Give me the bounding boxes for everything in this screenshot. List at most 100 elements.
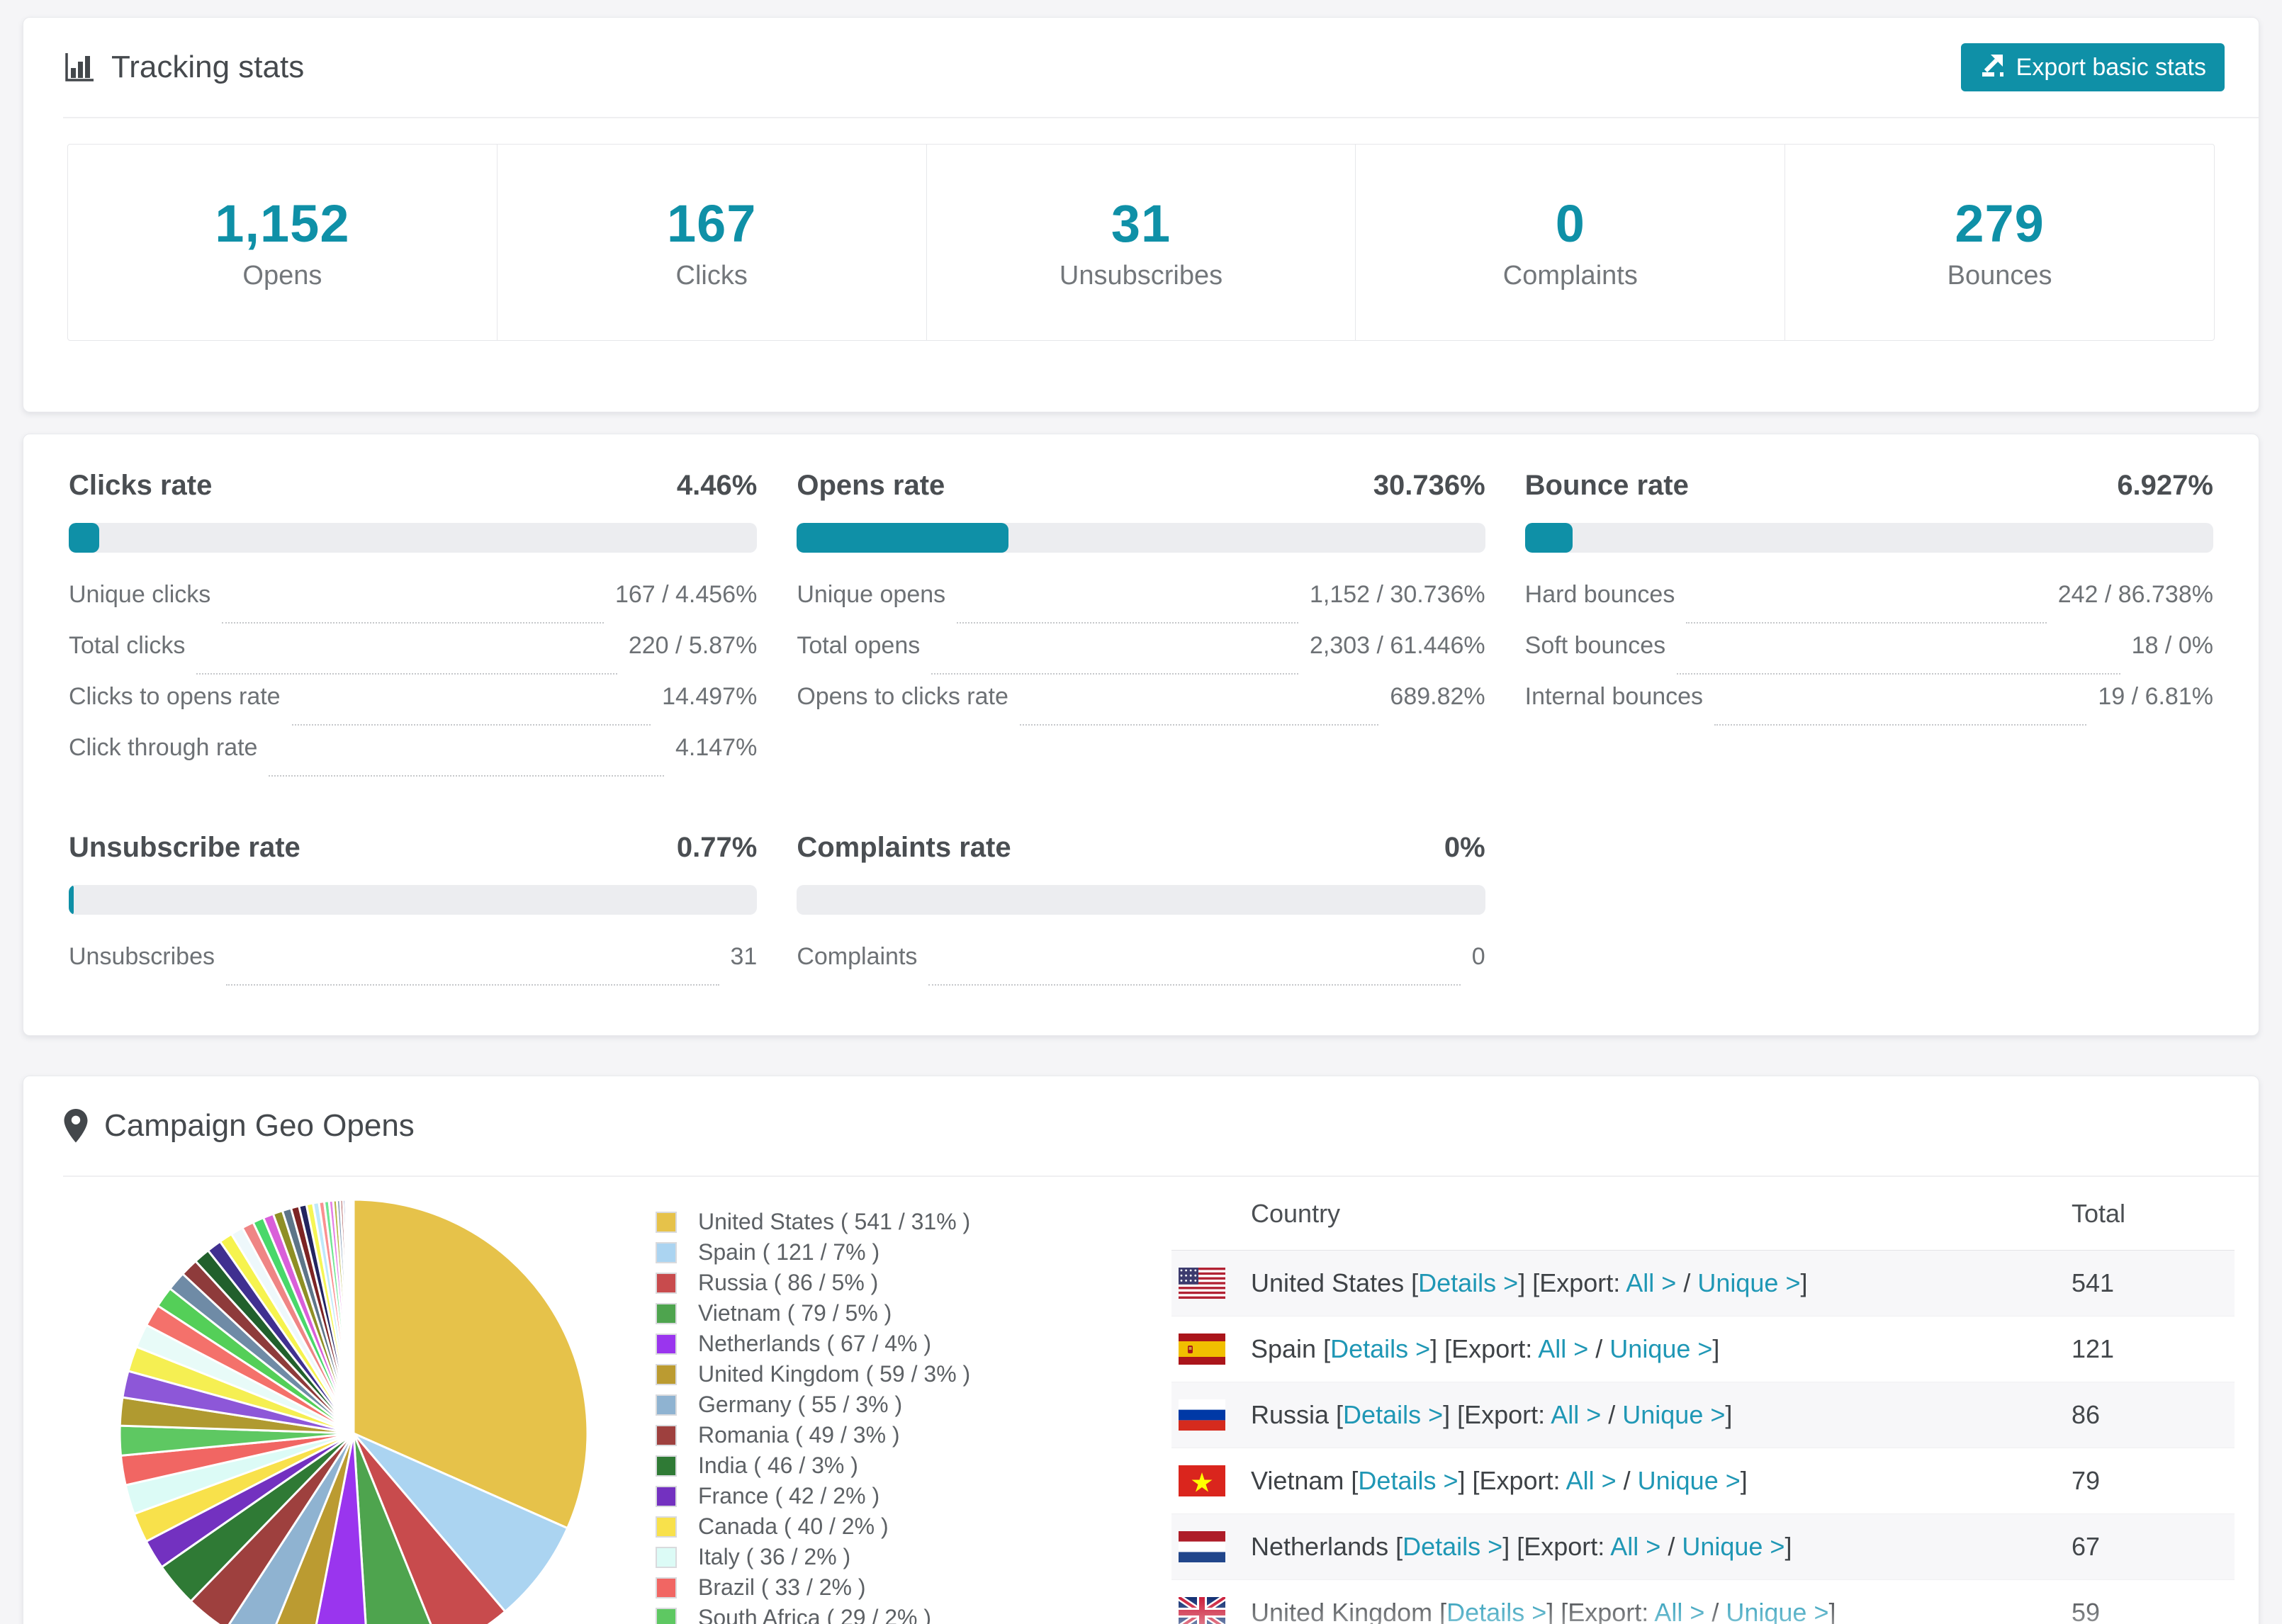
total-cell: 59 xyxy=(2072,1598,2101,1624)
legend-item-italy: Italy ( 36 / 2% ) xyxy=(656,1542,1088,1572)
rate-value: 4.46% xyxy=(676,470,758,501)
table-row-vietnam: Vietnam [Details >] [Export: All > / Uni… xyxy=(1171,1448,2235,1514)
rate-row-click-through-rate: Click through rate 4.147% xyxy=(69,734,757,785)
rate-row-value: 0 xyxy=(1471,943,1485,970)
rate-row-value: 14.497% xyxy=(662,683,758,710)
rate-row-label: Unique opens xyxy=(797,581,946,608)
campaign-geo-opens-card: Campaign Geo Opens United States ( 541 /… xyxy=(23,1076,2259,1624)
dotted-leader xyxy=(1714,724,2087,726)
export-unique-link[interactable]: Unique > xyxy=(1638,1466,1741,1495)
stat-label: Complaints xyxy=(1502,261,1638,291)
summary-stat-unsubscribes: 31 Unsubscribes xyxy=(926,144,1356,341)
export-all-link[interactable]: All > xyxy=(1551,1400,1601,1429)
rate-row-label: Click through rate xyxy=(69,734,258,761)
rate-row-label: Unsubscribes xyxy=(69,943,215,970)
progress-bar-track xyxy=(1524,523,2213,553)
export-unique-link[interactable]: Unique > xyxy=(1682,1532,1784,1561)
progress-bar-fill xyxy=(1524,523,1573,553)
legend-swatch xyxy=(656,1424,677,1446)
stat-value: 279 xyxy=(1955,194,2045,253)
export-all-link[interactable]: All > xyxy=(1610,1532,1660,1561)
legend-label: Netherlands ( 67 / 4% ) xyxy=(698,1331,932,1356)
details-link[interactable]: Details > xyxy=(1403,1532,1502,1561)
details-link[interactable]: Details > xyxy=(1330,1334,1430,1363)
export-unique-link[interactable]: Unique > xyxy=(1726,1598,1828,1624)
export-unique-link[interactable]: Unique > xyxy=(1609,1334,1712,1363)
progress-bar-fill xyxy=(69,885,74,915)
tracking-stats-header: Tracking stats Export basic stats xyxy=(23,18,2259,117)
dotted-leader xyxy=(225,984,719,986)
rate-row-value: 1,152 / 30.736% xyxy=(1310,581,1485,608)
legend-swatch xyxy=(656,1333,677,1355)
rate-row-unsubscribes: Unsubscribes 31 xyxy=(69,943,757,994)
rate-row-label: Clicks to opens rate xyxy=(69,683,281,710)
export-all-link[interactable]: All > xyxy=(1566,1466,1617,1495)
details-link[interactable]: Details > xyxy=(1418,1268,1518,1297)
rate-value: 0.77% xyxy=(676,832,758,863)
details-link[interactable]: Details > xyxy=(1343,1400,1443,1429)
dotted-leader xyxy=(957,622,1298,624)
details-link[interactable]: Details > xyxy=(1358,1466,1458,1495)
stat-label: Opens xyxy=(242,261,322,291)
pie-slice-other xyxy=(352,1198,355,1434)
rate-row-value: 4.147% xyxy=(675,734,758,761)
column-header-country: Country xyxy=(1251,1198,1341,1228)
legend-label: Vietnam ( 79 / 5% ) xyxy=(698,1300,892,1326)
legend-item-romania: Romania ( 49 / 3% ) xyxy=(656,1420,1088,1450)
progress-bar-fill xyxy=(69,523,100,553)
country-cell: Spain [Details >] [Export: All > / Uniqu… xyxy=(1251,1334,1720,1363)
rate-row-label: Total clicks xyxy=(69,632,186,659)
rate-row-label: Opens to clicks rate xyxy=(797,683,1008,710)
dotted-leader xyxy=(1677,673,2120,675)
legend-item-netherlands: Netherlands ( 67 / 4% ) xyxy=(656,1329,1088,1359)
dotted-leader xyxy=(222,622,604,624)
legend-label: Italy ( 36 / 2% ) xyxy=(698,1544,851,1569)
total-cell: 79 xyxy=(2072,1466,2101,1495)
rate-row-value: 31 xyxy=(730,943,758,970)
legend-swatch xyxy=(656,1211,677,1233)
tracking-stats-title-row: Tracking stats xyxy=(63,50,304,85)
legend-swatch xyxy=(656,1363,677,1385)
legend-label: Brazil ( 33 / 2% ) xyxy=(698,1574,866,1600)
rate-row-unique-opens: Unique opens 1,152 / 30.736% xyxy=(797,581,1485,632)
legend-label: United Kingdom ( 59 / 3% ) xyxy=(698,1361,971,1387)
rate-row-label: Soft bounces xyxy=(1524,632,1666,659)
legend-label: Canada ( 40 / 2% ) xyxy=(698,1513,889,1539)
table-row-united-kingdom: United Kingdom [Details >] [Export: All … xyxy=(1171,1580,2235,1624)
legend-item-united-states: United States ( 541 / 31% ) xyxy=(656,1207,1088,1237)
legend-swatch xyxy=(656,1302,677,1324)
summary-stat-clicks: 167 Clicks xyxy=(496,144,927,341)
rate-header: Bounce rate 6.927% xyxy=(1525,470,2213,502)
export-basic-stats-button[interactable]: Export basic stats xyxy=(1960,43,2225,91)
stat-label: Clicks xyxy=(675,261,748,291)
export-unique-link[interactable]: Unique > xyxy=(1697,1268,1800,1297)
legend-swatch xyxy=(656,1516,677,1538)
progress-bar-fill xyxy=(797,523,1008,553)
summary-stat-opens: 1,152 Opens xyxy=(67,144,498,341)
rate-row-soft-bounces: Soft bounces 18 / 0% xyxy=(1525,632,2213,683)
rate-header: Clicks rate 4.46% xyxy=(69,470,757,502)
details-link[interactable]: Details > xyxy=(1446,1598,1546,1624)
rate-row-value: 19 / 6.81% xyxy=(2098,683,2213,710)
legend-swatch xyxy=(656,1394,677,1416)
legend-item-russia: Russia ( 86 / 5% ) xyxy=(656,1268,1088,1298)
legend-label: United States ( 541 / 31% ) xyxy=(698,1209,971,1234)
flag-icon-us xyxy=(1179,1268,1225,1299)
legend-swatch xyxy=(656,1272,677,1294)
dotted-leader xyxy=(931,673,1298,675)
export-all-link[interactable]: All > xyxy=(1626,1268,1676,1297)
pie-legend: United States ( 541 / 31% ) Spain ( 121 /… xyxy=(656,1207,1088,1624)
progress-bar-track xyxy=(69,523,758,553)
rate-title: Opens rate xyxy=(797,470,945,501)
legend-item-vietnam: Vietnam ( 79 / 5% ) xyxy=(656,1298,1088,1329)
rate-title: Unsubscribe rate xyxy=(69,832,300,863)
summary-stats-row: 1,152 Opens 167 Clicks 31 Unsubscribes 0 Compla… xyxy=(67,144,2215,341)
header-divider xyxy=(63,117,2259,118)
geo-title-row: Campaign Geo Opens xyxy=(63,1108,415,1144)
export-all-link[interactable]: All > xyxy=(1538,1334,1588,1363)
export-all-link[interactable]: All > xyxy=(1654,1598,1704,1624)
rate-row-label: Unique clicks xyxy=(69,581,211,608)
rate-row-label: Complaints xyxy=(797,943,918,970)
export-unique-link[interactable]: Unique > xyxy=(1622,1400,1725,1429)
legend-swatch xyxy=(656,1546,677,1568)
